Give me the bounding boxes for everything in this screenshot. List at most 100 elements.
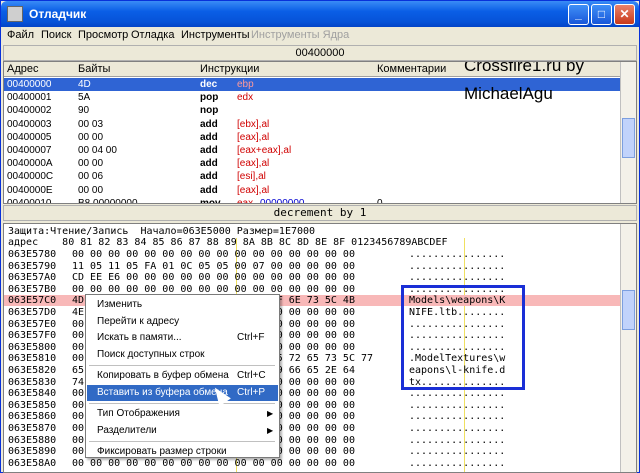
- hex-ascii: ................: [409, 411, 506, 423]
- debugger-window: Отладчик _ □ ✕ Файл Поиск Просмотр Отлад…: [0, 0, 640, 473]
- menu-view[interactable]: Просмотр: [78, 29, 128, 41]
- hex-row[interactable]: 063E57A0 CD EE E6 00 00 00 00 00 00 00 00…: [4, 272, 622, 283]
- disasm-address: 00400001: [7, 92, 52, 104]
- disasm-address: 00400005: [7, 131, 52, 143]
- context-menu-item[interactable]: Перейти к адресу: [87, 314, 278, 330]
- scroll-thumb[interactable]: [622, 290, 635, 330]
- disasm-comment: 0: [377, 197, 383, 204]
- context-menu-item[interactable]: Поиск доступных строк: [87, 347, 278, 363]
- disasm-bytes: 00 00: [78, 158, 104, 170]
- context-menu-item[interactable]: Фиксировать размер строки: [87, 444, 278, 460]
- menu-kernel-tools[interactable]: Инструменты Ядра: [251, 29, 349, 41]
- hex-row[interactable]: 063E5780 00 00 00 00 00 00 00 00 00 00 00…: [4, 249, 622, 260]
- disasm-operands: ebp: [237, 79, 254, 90]
- menu-item-label: Вставить из буфера обмена: [97, 386, 228, 398]
- disasm-row[interactable]: 0040000C 00 06 add [esi],al: [4, 170, 622, 183]
- disasm-operands: edx: [237, 92, 254, 104]
- menu-separator: [89, 441, 275, 442]
- disasm-address: 00400007: [7, 145, 52, 156]
- disasm-row[interactable]: 0040000A 00 00 add [eax],al: [4, 157, 622, 170]
- col-instructions[interactable]: Инструкции: [200, 63, 259, 75]
- hex-address: 063E5790: [8, 260, 57, 272]
- highlight-box: [401, 285, 525, 390]
- hex-address: 063E57C0: [8, 295, 57, 307]
- menu-item-shortcut: Ctrl+C: [237, 370, 266, 381]
- disasm-address: 00400010: [7, 197, 52, 204]
- hex-ascii: ................: [409, 249, 506, 260]
- context-menu-item[interactable]: Изменить: [87, 297, 278, 313]
- context-menu-item[interactable]: Вставить из буфера обмена Ctrl+P: [87, 384, 278, 401]
- disasm-instruction: add: [200, 171, 218, 183]
- hex-bytes: CD EE E6 00 00 00 00 00 00 00 00 00 00 0…: [72, 272, 355, 284]
- title-bar[interactable]: Отладчик _ □ ✕: [1, 1, 639, 27]
- col-address[interactable]: Адрес: [7, 63, 39, 75]
- context-menu-item[interactable]: Искать в памяти... Ctrl+F: [87, 330, 278, 346]
- scroll-thumb[interactable]: [622, 118, 635, 158]
- disasm-instruction: add: [200, 145, 218, 156]
- hex-address: 063E5830: [8, 376, 57, 388]
- disasm-bytes: B8 00000000: [78, 197, 138, 204]
- menu-debug[interactable]: Отладка: [131, 29, 174, 41]
- menu-separator: [89, 403, 275, 404]
- menu-item-label: Копировать в буфер обмена: [97, 370, 229, 381]
- address-bar[interactable]: 00400000: [3, 45, 637, 61]
- disasm-address: 00400003: [7, 118, 52, 130]
- hex-address: 063E5890: [8, 446, 57, 458]
- watermark-line2: MichaelAgu: [464, 84, 553, 103]
- disasm-address: 00400002: [7, 105, 52, 117]
- disasm-instruction: add: [200, 158, 218, 170]
- disasm-instruction: add: [200, 118, 218, 130]
- disasm-address: 0040000C: [7, 171, 54, 183]
- context-menu-item[interactable]: Копировать в буфер обмена Ctrl+C: [87, 368, 278, 384]
- hex-ascii: ................: [409, 457, 506, 469]
- menu-item-label: Перейти к адресу: [97, 315, 180, 327]
- disasm-row[interactable]: 00400007 00 04 00 add [eax+eax],al: [4, 144, 622, 157]
- context-menu-item[interactable]: Тип Отображения ▶: [87, 406, 278, 422]
- disasm-address: 0040000E: [7, 184, 53, 196]
- hex-ascii: ................: [409, 423, 506, 434]
- disasm-row[interactable]: 00400002 90 nop: [4, 104, 622, 117]
- context-menu-item[interactable]: Разделители ▶: [87, 423, 278, 439]
- hex-address: 063E5850: [8, 399, 57, 411]
- minimize-button[interactable]: _: [568, 4, 589, 25]
- disasm-bytes: 00 03: [78, 118, 104, 130]
- disasm-bytes: 00 04 00: [78, 145, 117, 156]
- disasm-row[interactable]: 00400003 00 03 add [ebx],al: [4, 118, 622, 131]
- disasm-row[interactable]: 00400005 00 00 add [eax],al: [4, 131, 622, 144]
- hex-address: 063E57B0: [8, 283, 57, 295]
- hex-bytes: 00 00 00 00 00 00 00 00 00 00 00 00 00 0…: [72, 249, 355, 260]
- disasm-instruction: nop: [200, 105, 219, 117]
- menu-item-label: Изменить: [97, 299, 143, 310]
- maximize-button[interactable]: □: [591, 4, 612, 25]
- menu-tools[interactable]: Инструменты: [181, 29, 250, 41]
- hex-address: 063E5840: [8, 388, 57, 400]
- disasm-operand-value: 00000000: [260, 197, 305, 204]
- memory-info: Защита:Чтение/Запись Начало=063E5000 Раз…: [8, 226, 316, 237]
- disasm-bytes: 00 00: [78, 131, 104, 143]
- hex-row[interactable]: 063E5790 11 05 11 05 FA 01 0C 05 05 00 07…: [4, 261, 622, 272]
- disasm-bytes: 00 00: [78, 184, 104, 196]
- menu-item-label: Фиксировать размер строки: [97, 446, 227, 457]
- hex-scrollbar[interactable]: [620, 224, 636, 472]
- menu-item-label: Тип Отображения: [97, 408, 180, 419]
- disasm-instruction: dec: [200, 79, 218, 90]
- menu-bar: Файл Поиск Просмотр Отладка Инструменты …: [1, 27, 639, 45]
- hex-ascii: ................: [409, 260, 506, 272]
- menu-item-shortcut: Ctrl+P: [237, 386, 266, 398]
- hex-bytes: 11 05 11 05 FA 01 0C 05 05 00 07 00 00 0…: [72, 260, 355, 272]
- menu-file[interactable]: Файл: [7, 29, 34, 41]
- hex-ascii: ................: [409, 272, 506, 284]
- col-comments[interactable]: Комментарии: [377, 63, 446, 75]
- hex-address: 063E5870: [8, 423, 57, 434]
- disasm-operands: [eax],al: [237, 184, 270, 196]
- menu-search[interactable]: Поиск: [41, 29, 71, 41]
- disasm-scrollbar[interactable]: [620, 62, 636, 203]
- close-button[interactable]: ✕: [614, 4, 635, 25]
- submenu-arrow-icon: ▶: [267, 425, 274, 435]
- disasm-row[interactable]: 0040000E 00 00 add [eax],al: [4, 184, 622, 197]
- disasm-instruction: add: [200, 184, 218, 196]
- watermark-line1: Crossfire1.ru by: [464, 61, 584, 75]
- disasm-row[interactable]: 00400010 B8 00000000 mov eax, 00000000 0: [4, 197, 622, 204]
- disassembly-view[interactable]: Адрес Байты Инструкции Комментарии 00400…: [3, 61, 637, 204]
- col-bytes[interactable]: Байты: [78, 63, 110, 75]
